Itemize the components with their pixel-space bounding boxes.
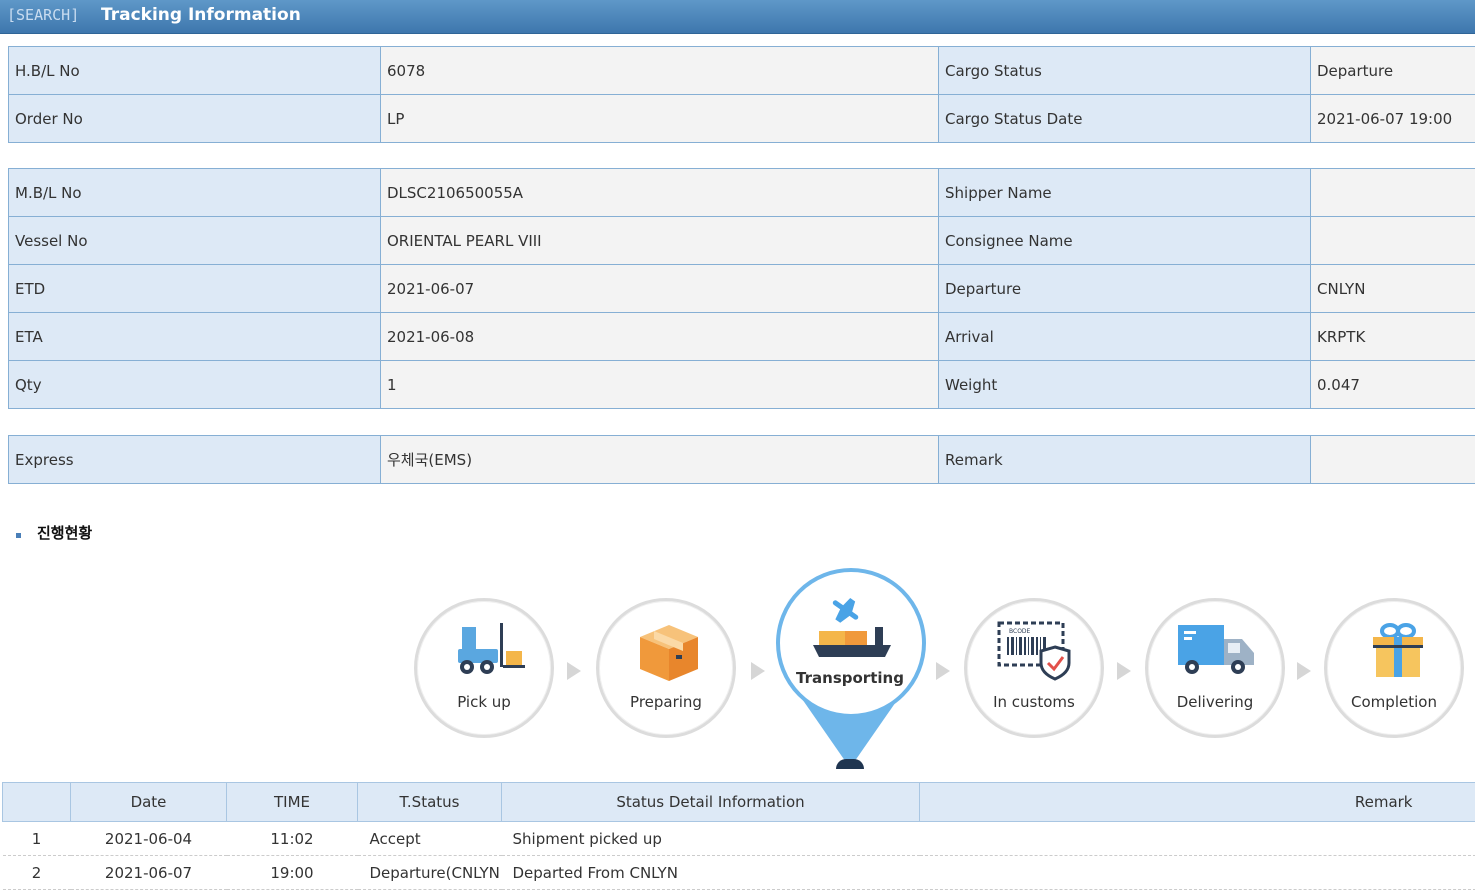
delivery-truck-icon bbox=[1176, 621, 1256, 681]
row-status: Departure(CNLYN bbox=[358, 856, 502, 890]
history-row: 2 2021-06-07 19:00 Departure(CNLYN Depar… bbox=[3, 856, 1475, 890]
info-value: 2021-06-07 bbox=[381, 265, 939, 313]
info-value: 우체국(EMS) bbox=[381, 436, 939, 484]
info-row: Qty 1 Weight 0.047 bbox=[9, 361, 1475, 409]
forklift-icon bbox=[454, 621, 530, 681]
step-label: In customs bbox=[967, 693, 1101, 711]
progress-section-title: 진행현황 bbox=[16, 522, 92, 543]
info-value: 1 bbox=[381, 361, 939, 409]
col-header-time: TIME bbox=[227, 783, 358, 822]
info-value: Departure bbox=[1311, 47, 1475, 95]
step-completion: Completion bbox=[1324, 598, 1464, 738]
info-value: LP bbox=[381, 95, 939, 143]
info-label: Departure bbox=[939, 265, 1311, 313]
step-arrow-icon bbox=[751, 662, 765, 680]
info-row: M.B/L No DLSC210650055A Shipper Name bbox=[9, 169, 1475, 217]
info-label: ETA bbox=[9, 313, 381, 361]
tracking-history-table: Date TIME T.Status Status Detail Informa… bbox=[2, 782, 1475, 890]
row-time: 19:00 bbox=[227, 856, 358, 890]
row-detail: Shipment picked up bbox=[502, 822, 920, 856]
customs-barcode-icon: BCODE bbox=[997, 621, 1073, 681]
row-detail: Departed From CNLYN bbox=[502, 856, 920, 890]
step-label: Completion bbox=[1327, 693, 1461, 711]
express-table: Express 우체국(EMS) Remark bbox=[8, 435, 1475, 484]
info-row: Express 우체국(EMS) Remark bbox=[9, 436, 1475, 484]
info-value bbox=[1311, 436, 1475, 484]
step-preparing: Preparing bbox=[596, 598, 736, 738]
info-row: ETA 2021-06-08 Arrival KRPTK bbox=[9, 313, 1475, 361]
col-header-date: Date bbox=[71, 783, 227, 822]
step-label: Transporting bbox=[773, 669, 927, 687]
info-value: 6078 bbox=[381, 47, 939, 95]
info-label: Vessel No bbox=[9, 217, 381, 265]
info-value bbox=[1311, 169, 1475, 217]
bullet-icon bbox=[16, 533, 21, 538]
col-header-status: T.Status bbox=[358, 783, 502, 822]
row-remark bbox=[920, 822, 1475, 856]
step-transporting-active: Transporting bbox=[773, 565, 927, 770]
info-label: Cargo Status bbox=[939, 47, 1311, 95]
history-header-row: Date TIME T.Status Status Detail Informa… bbox=[3, 783, 1475, 822]
step-delivering: Delivering bbox=[1145, 598, 1285, 738]
row-status: Accept bbox=[358, 822, 502, 856]
info-value bbox=[1311, 217, 1475, 265]
info-label: Shipper Name bbox=[939, 169, 1311, 217]
info-label: H.B/L No bbox=[9, 47, 381, 95]
info-value: 0.047 bbox=[1311, 361, 1475, 409]
row-no: 1 bbox=[3, 822, 71, 856]
info-label: M.B/L No bbox=[9, 169, 381, 217]
info-label: Order No bbox=[9, 95, 381, 143]
info-label: Arrival bbox=[939, 313, 1311, 361]
info-label: Express bbox=[9, 436, 381, 484]
step-in-customs: BCODE In customs bbox=[964, 598, 1104, 738]
info-row: H.B/L No 6078 Cargo Status Departure bbox=[9, 47, 1475, 95]
step-label: Preparing bbox=[599, 693, 733, 711]
info-row: ETD 2021-06-07 Departure CNLYN bbox=[9, 265, 1475, 313]
row-no: 2 bbox=[3, 856, 71, 890]
step-arrow-icon bbox=[1297, 662, 1311, 680]
info-value: DLSC210650055A bbox=[381, 169, 939, 217]
page-header: [SEARCH] Tracking Information bbox=[0, 0, 1475, 34]
row-remark bbox=[920, 856, 1475, 890]
info-value: KRPTK bbox=[1311, 313, 1475, 361]
step-arrow-icon bbox=[936, 662, 950, 680]
info-row: Vessel No ORIENTAL PEARL VIII Consignee … bbox=[9, 217, 1475, 265]
ship-plane-icon bbox=[809, 593, 895, 663]
info-label: Qty bbox=[9, 361, 381, 409]
col-header-detail: Status Detail Information bbox=[502, 783, 920, 822]
step-pick-up: Pick up bbox=[414, 598, 554, 738]
info-label: Weight bbox=[939, 361, 1311, 409]
step-label: Delivering bbox=[1148, 693, 1282, 711]
cargo-status-table: H.B/L No 6078 Cargo Status Departure Ord… bbox=[8, 46, 1475, 143]
step-arrow-icon bbox=[1117, 662, 1131, 680]
gift-box-icon bbox=[1365, 621, 1431, 683]
progress-title-text: 진행현황 bbox=[37, 524, 92, 542]
col-header-no bbox=[3, 783, 71, 822]
row-time: 11:02 bbox=[227, 822, 358, 856]
shipment-detail-table: M.B/L No DLSC210650055A Shipper Name Ves… bbox=[8, 168, 1475, 409]
info-label: Consignee Name bbox=[939, 217, 1311, 265]
info-label: ETD bbox=[9, 265, 381, 313]
col-header-remark: Remark bbox=[920, 783, 1475, 822]
step-arrow-icon bbox=[567, 662, 581, 680]
info-value: 2021-06-08 bbox=[381, 313, 939, 361]
history-row: 1 2021-06-04 11:02 Accept Shipment picke… bbox=[3, 822, 1475, 856]
active-pin-base bbox=[836, 759, 864, 769]
info-label: Cargo Status Date bbox=[939, 95, 1311, 143]
info-value: CNLYN bbox=[1311, 265, 1475, 313]
info-label: Remark bbox=[939, 436, 1311, 484]
info-row: Order No LP Cargo Status Date 2021-06-07… bbox=[9, 95, 1475, 143]
row-date: 2021-06-07 bbox=[71, 856, 227, 890]
info-value: ORIENTAL PEARL VIII bbox=[381, 217, 939, 265]
page-title: Tracking Information bbox=[101, 5, 301, 25]
search-tag: [SEARCH] bbox=[7, 6, 79, 24]
package-icon bbox=[636, 621, 702, 683]
step-label: Pick up bbox=[417, 693, 551, 711]
barcode-caption: BCODE bbox=[1009, 628, 1031, 635]
row-date: 2021-06-04 bbox=[71, 822, 227, 856]
info-value: 2021-06-07 19:00 bbox=[1311, 95, 1475, 143]
